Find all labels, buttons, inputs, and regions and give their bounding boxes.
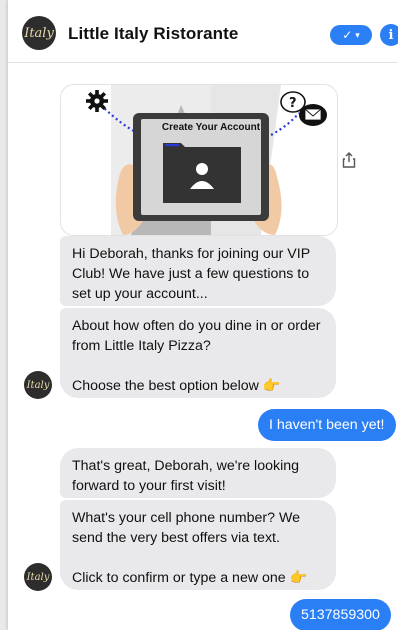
bot-message-first-visit: That's great, Deborah, we're looking for… [60,448,336,498]
create-account-image[interactable]: ? Create Your Account [60,84,338,236]
bot-avatar[interactable]: Italy [24,563,52,591]
logo-text: Italy [24,25,54,41]
bot-message-dine-frequency: About how often do you dine in or order … [60,308,336,398]
avatar-text: Italy [26,379,50,391]
info-icon[interactable]: i [380,24,398,46]
share-icon[interactable] [342,152,356,168]
email-icon [304,108,322,121]
image-caption: Create Your Account [161,122,261,133]
chat-header: Italy Little Italy Ristorante ✓ ▾ i [8,0,398,63]
gear-icon [86,90,108,112]
chevron-down-icon: ▾ [355,29,360,40]
svg-text:?: ? [289,96,297,111]
messenger-window: Italy Little Italy Ristorante ✓ ▾ i ? Cr… [8,0,398,630]
check-icon: ✓ [342,28,353,42]
create-account-illustration: ? [86,85,327,235]
bot-message-phone-request: What's your cell phone number? We send t… [60,500,336,590]
bot-avatar[interactable]: Italy [24,371,52,399]
avatar-text: Italy [26,571,50,583]
page-title[interactable]: Little Italy Ristorante [68,24,238,44]
subscribed-button[interactable]: ✓ ▾ [330,25,372,45]
user-message-phone: 5137859300 [290,599,391,630]
info-icon-glyph: i [388,27,394,43]
user-message-reply: I haven't been yet! [258,409,396,441]
restaurant-logo[interactable]: Italy [22,16,56,50]
bot-message-welcome: Hi Deborah, thanks for joining our VIP C… [60,236,336,306]
